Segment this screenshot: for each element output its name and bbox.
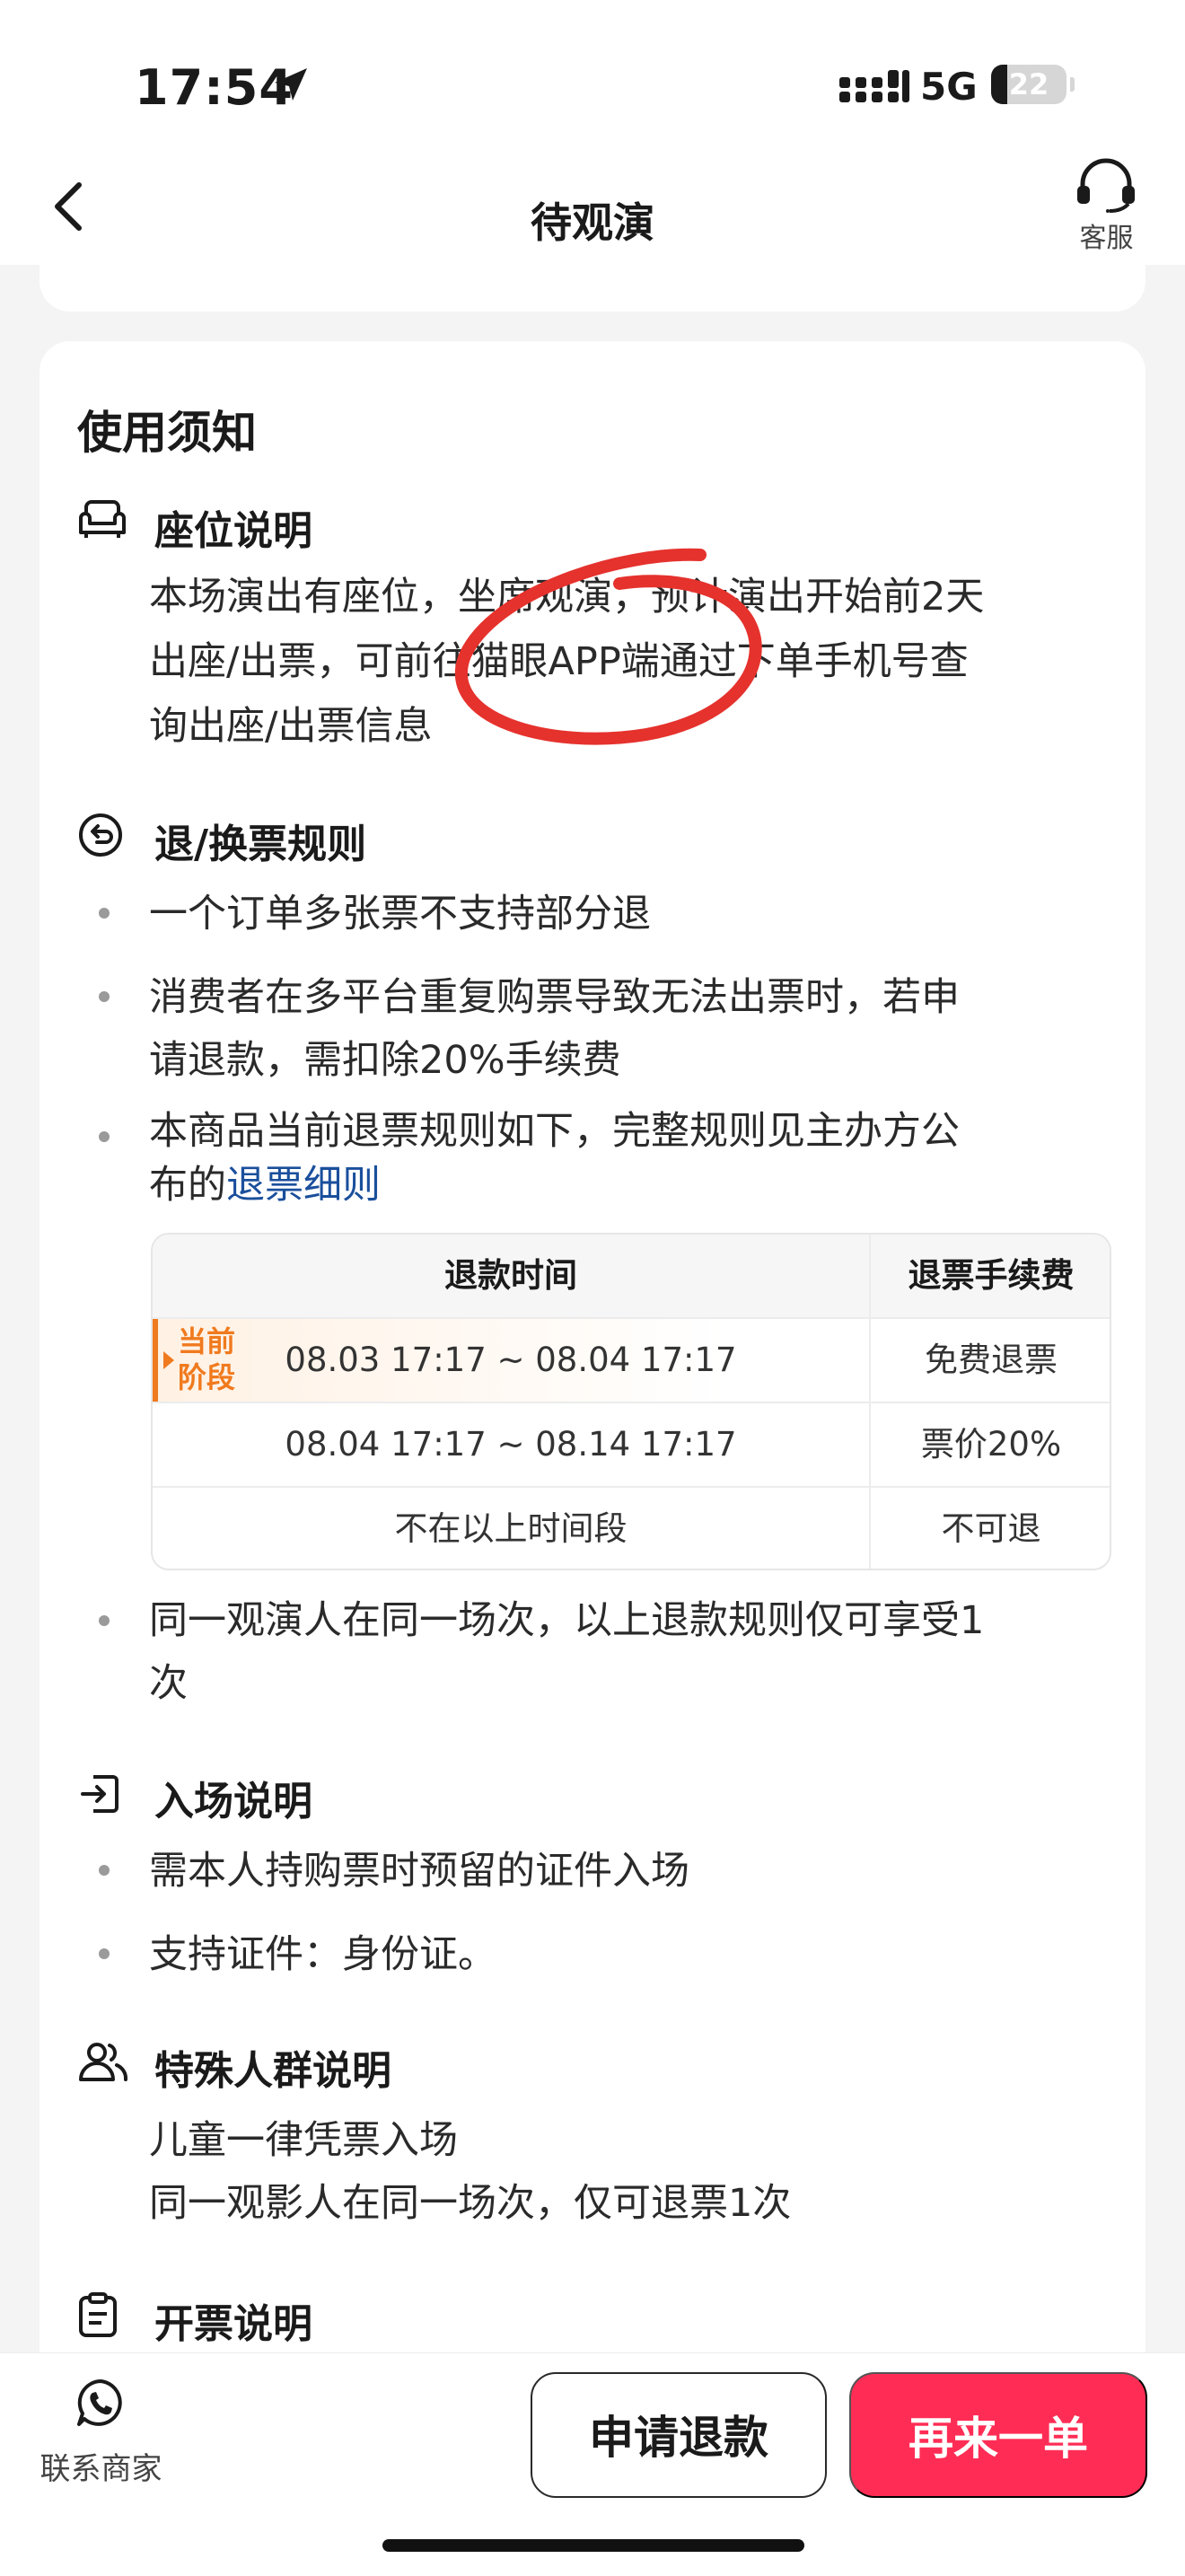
refund-bullet-4-line-1: 同一观演人在同一场次，以上退款规则仅可享受1: [149, 1598, 985, 1643]
entry-bullet-2: 支持证件：身份证。: [149, 1932, 496, 1977]
headset-icon[interactable]: [1068, 157, 1145, 213]
refund-bullet-2-line-1: 消费者在多平台重复购票导致无法出票时，若申: [149, 975, 960, 1020]
table-cell-fee: 免费退票: [869, 1319, 1110, 1402]
signal-icon: [839, 70, 909, 102]
status-time: 17:54: [135, 59, 294, 116]
refund-bullet-3-line-1: 本商品当前退票规则如下，完整规则见主办方公: [149, 1109, 960, 1154]
table-cell-time: 08.04 17:17 ~ 08.14 17:17: [285, 1425, 737, 1464]
previous-card-bottom: [40, 265, 1146, 312]
special-line-2: 同一观影人在同一场次，仅可退票1次: [149, 2181, 792, 2226]
contact-merchant-label[interactable]: 联系商家: [27, 2444, 175, 2488]
table-row: 不在以上时间段 不可退: [153, 1486, 1110, 1569]
table-row: 08.04 17:17 ~ 08.14 17:17 票价20%: [153, 1402, 1110, 1486]
seat-section-title: 座位说明: [154, 508, 312, 554]
clipboard-icon: [79, 2292, 117, 2337]
table-header-fee: 退票手续费: [869, 1235, 1110, 1317]
refund-rules-link[interactable]: 退票细则: [226, 1163, 381, 1208]
phone-chat-icon[interactable]: [75, 2378, 126, 2428]
table-row: 当前 阶段 08.03 17:17 ~ 08.04 17:17 免费退票: [153, 1317, 1110, 1402]
entry-icon: [81, 1775, 118, 1813]
reorder-button[interactable]: 再来一单: [849, 2372, 1147, 2498]
red-circle-annotation: [454, 548, 762, 745]
refund-cycle-icon: [79, 813, 122, 857]
special-description: 儿童一律凭票入场 同一观影人在同一场次，仅可退票1次: [149, 2109, 1119, 2235]
bullet-dot: [99, 1948, 110, 1959]
special-line-1: 儿童一律凭票入场: [149, 2118, 458, 2163]
people-icon: [79, 2043, 128, 2081]
location-arrow-icon: [275, 68, 307, 101]
battery-level: 22: [1008, 67, 1049, 101]
home-indicator: [382, 2539, 804, 2552]
table-cell-fee: 不可退: [869, 1488, 1110, 1569]
network-type: 5G: [920, 65, 978, 109]
page-title: 待观演: [531, 198, 654, 247]
refund-bullet-4: 同一观演人在同一场次，以上退款规则仅可享受1 次: [149, 1589, 1119, 1715]
battery-icon: 22: [991, 65, 1066, 104]
special-section-title: 特殊人群说明: [154, 2048, 391, 2094]
refund-bullet-3-line-2: 布的退票细则: [149, 1158, 1119, 1212]
table-cell-fee: 票价20%: [869, 1403, 1110, 1486]
refund-bullet-3-prefix: 布的: [149, 1163, 226, 1208]
notice-title: 使用须知: [77, 407, 257, 459]
refund-section-title: 退/换票规则: [154, 822, 367, 867]
table-cell-time: 08.03 17:17 ~ 08.04 17:17: [285, 1341, 737, 1379]
table-header-row: 退款时间 退票手续费: [153, 1235, 1110, 1317]
invoice-section-title: 开票说明: [154, 2301, 312, 2347]
refund-bullet-4-line-2: 次: [149, 1661, 188, 1706]
table-cell-time: 不在以上时间段: [394, 1509, 628, 1548]
refund-bullet-1: 一个订单多张票不支持部分退: [149, 892, 651, 936]
battery-tip: [1070, 77, 1075, 92]
refund-bullet-2: 消费者在多平台重复购票导致无法出票时，若申 请退款，需扣除20%手续费: [149, 966, 1119, 1092]
refund-bullet-2-line-2: 请退款，需扣除20%手续费: [149, 1038, 621, 1083]
table-header-time: 退款时间: [444, 1256, 577, 1295]
refund-table: 退款时间 退票手续费 当前 阶段 08.03 17:17 ~ 08.04 17:…: [151, 1233, 1111, 1570]
customer-service-label[interactable]: 客服: [1050, 215, 1163, 255]
bullet-dot: [99, 1865, 110, 1876]
refund-bullet-3: 本商品当前退票规则如下，完整规则见主办方公 布的退票细则: [149, 1104, 1119, 1212]
apply-refund-button[interactable]: 申请退款: [531, 2372, 827, 2498]
bullet-dot: [99, 1131, 110, 1142]
sofa-icon: [79, 500, 126, 538]
bullet-dot: [99, 1615, 110, 1626]
entry-section-title: 入场说明: [154, 1779, 312, 1824]
bullet-dot: [99, 908, 110, 919]
entry-bullet-1: 需本人持购票时预留的证件入场: [149, 1849, 689, 1894]
bullet-dot: [99, 991, 110, 1002]
